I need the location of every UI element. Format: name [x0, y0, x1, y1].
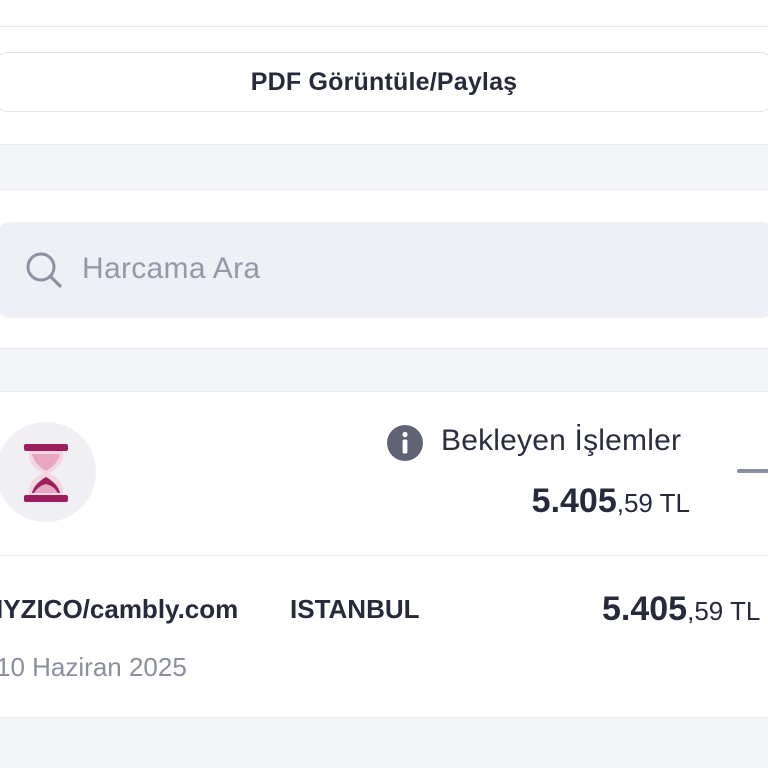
- hourglass-icon: [24, 444, 68, 502]
- pending-transactions-section[interactable]: Bekleyen İşlemler 5.405,59 TL: [0, 392, 768, 556]
- pending-amount: 5.405,59 TL: [532, 482, 690, 521]
- transaction-amount-rest: ,59 TL: [687, 596, 761, 626]
- pdf-view-share-button[interactable]: PDF Görüntüle/Paylaş: [0, 52, 768, 112]
- search-icon: [26, 252, 62, 288]
- section-separator: [0, 348, 768, 392]
- top-divider: [0, 26, 768, 27]
- search-section: Harcama Ara: [0, 190, 768, 348]
- pending-title: Bekleyen İşlemler: [441, 424, 682, 457]
- pending-badge: [0, 422, 96, 522]
- search-placeholder: Harcama Ara: [82, 252, 261, 285]
- pending-amount-rest: ,59 TL: [616, 488, 690, 518]
- transaction-amount: 5.405,59 TL: [602, 590, 760, 629]
- section-separator: [0, 144, 768, 190]
- transaction-row[interactable]: IYZICO/cambly.com ISTANBUL 5.405,59 TL 1…: [0, 556, 768, 718]
- search-input[interactable]: Harcama Ara: [0, 222, 768, 318]
- pdf-view-share-label: PDF Görüntüle/Paylaş: [250, 67, 518, 96]
- transaction-city: ISTANBUL: [290, 594, 420, 624]
- pending-amount-main: 5.405: [531, 482, 617, 520]
- collapse-handle[interactable]: [737, 469, 768, 473]
- section-separator: [0, 718, 768, 768]
- transaction-merchant: IYZICO/cambly.com: [0, 594, 239, 624]
- page: PDF Görüntüle/Paylaş Harcama Ara Bekleye…: [0, 0, 768, 768]
- transaction-date: 10 Haziran 2025: [0, 652, 187, 682]
- transaction-amount-main: 5.405: [602, 590, 688, 628]
- info-icon[interactable]: [386, 424, 424, 462]
